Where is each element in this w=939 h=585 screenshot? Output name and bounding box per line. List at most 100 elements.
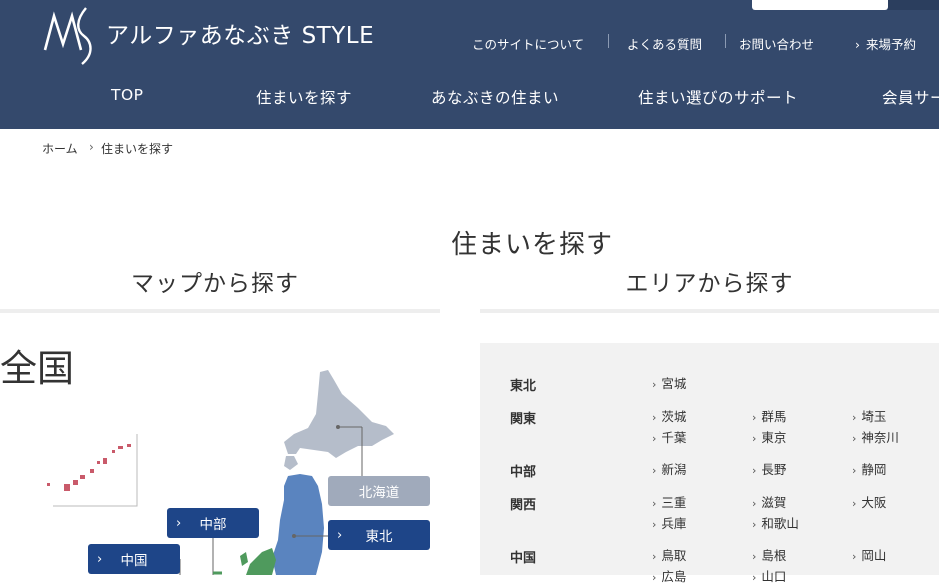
- hokkaido-map[interactable]: [284, 370, 394, 458]
- okinawa-map[interactable]: [47, 444, 131, 491]
- section-divider: [480, 309, 939, 313]
- chevron-right-icon: ›: [752, 464, 757, 477]
- pref-link[interactable]: › 和歌山: [752, 513, 799, 532]
- pref-label: 群馬: [761, 409, 787, 424]
- pref-label: 長野: [761, 462, 787, 477]
- breadcrumb-current: 住まいを探す: [101, 142, 174, 156]
- pref-link[interactable]: › 宮城: [652, 373, 686, 392]
- chevron-right-icon: ›: [652, 497, 657, 510]
- chubu-map[interactable]: [246, 548, 276, 575]
- util-link-visit[interactable]: › 来場予約: [855, 34, 916, 53]
- site-header: アルファあなぶき STYLE このサイトについて よくある質問 お問い合わせ ›…: [0, 0, 939, 129]
- util-divider: [608, 34, 609, 48]
- japan-map: 北海道 › 東北 › 中部 › 中国: [0, 330, 440, 575]
- pref-link[interactable]: › 東京: [752, 427, 786, 446]
- tohoku-map[interactable]: [272, 474, 324, 575]
- chevron-right-icon: ›: [652, 571, 657, 584]
- chevron-right-icon: ›: [852, 464, 857, 477]
- logo-text[interactable]: アルファあなぶき STYLE: [106, 16, 374, 50]
- chevron-right-icon: ›: [97, 551, 103, 567]
- visit-label: 来場予約: [866, 37, 917, 52]
- pref-link[interactable]: › 千葉: [652, 427, 686, 446]
- chevron-right-icon: ›: [852, 411, 857, 424]
- pref-link[interactable]: › 島根: [752, 545, 786, 564]
- util-link-faq[interactable]: よくある質問: [627, 34, 702, 53]
- nav-item-top[interactable]: TOP: [111, 86, 144, 104]
- chevron-right-icon: ›: [852, 432, 857, 445]
- breadcrumb-home[interactable]: ホーム: [42, 140, 78, 157]
- pref-label: 千葉: [661, 430, 687, 445]
- chevron-right-icon: ›: [652, 550, 657, 563]
- chevron-right-icon: ›: [652, 378, 657, 391]
- pref-link[interactable]: › 鳥取: [652, 545, 686, 564]
- region-button-hokkaido[interactable]: 北海道: [328, 476, 430, 506]
- pref-link[interactable]: › 広島: [652, 566, 686, 585]
- region-button-chugoku[interactable]: › 中国: [88, 544, 180, 574]
- chevron-right-icon: ›: [652, 518, 657, 531]
- region-button-tohoku[interactable]: › 東北: [328, 520, 430, 550]
- pref-label: 静岡: [861, 462, 887, 477]
- pref-link[interactable]: › 茨城: [652, 406, 686, 425]
- pref-label: 埼玉: [861, 409, 887, 424]
- util-link-about[interactable]: このサイトについて: [472, 34, 584, 53]
- page-title: 住まいを探す: [450, 230, 613, 260]
- pref-link[interactable]: › 新潟: [652, 459, 686, 478]
- pref-link[interactable]: › 滋賀: [752, 492, 786, 511]
- chevron-right-icon: ›: [752, 432, 757, 445]
- pref-label: 宮城: [661, 376, 687, 391]
- pref-label: 滋賀: [761, 495, 787, 510]
- area-list-panel: 東北 › 宮城 関東 › 茨城 › 群馬 › 埼玉 › 千葉 › 東京 › 神奈川 中部 › 新…: [480, 343, 939, 584]
- chevron-right-icon: ›: [855, 37, 860, 52]
- pref-link[interactable]: › 山口: [752, 566, 786, 585]
- pref-link[interactable]: › 大阪: [852, 492, 886, 511]
- pref-label: 茨城: [661, 409, 687, 424]
- logo-mark-icon[interactable]: [42, 4, 100, 66]
- area-name-chubu: 中部: [510, 465, 537, 480]
- chevron-right-icon: ›: [752, 518, 757, 531]
- chevron-right-icon: ›: [337, 527, 343, 543]
- chevron-right-icon: ›: [652, 411, 657, 424]
- chevron-right-icon: ›: [752, 550, 757, 563]
- nav-item-member[interactable]: 会員サー: [882, 86, 939, 108]
- chevron-right-icon: ›: [852, 497, 857, 510]
- pref-link[interactable]: › 埼玉: [852, 406, 886, 425]
- chevron-right-icon: ›: [652, 464, 657, 477]
- pref-label: 三重: [661, 495, 687, 510]
- pref-label: 兵庫: [661, 516, 687, 531]
- util-divider: [725, 34, 726, 48]
- pref-link[interactable]: › 神奈川: [852, 427, 899, 446]
- search-box[interactable]: [752, 0, 888, 10]
- pref-link[interactable]: › 兵庫: [652, 513, 686, 532]
- pref-link[interactable]: › 群馬: [752, 406, 786, 425]
- pref-label: 山口: [761, 569, 787, 584]
- pref-label: 神奈川: [861, 430, 899, 445]
- area-section-heading: エリアから探す: [625, 271, 794, 297]
- nav-item-search[interactable]: 住まいを探す: [256, 86, 352, 108]
- nav-item-support[interactable]: 住まい選びのサポート: [638, 86, 798, 108]
- area-name-kansai: 関西: [510, 498, 537, 513]
- region-button-chubu[interactable]: › 中部: [167, 508, 259, 538]
- section-divider: [0, 309, 440, 313]
- pref-label: 大阪: [861, 495, 887, 510]
- menu-box[interactable]: [888, 0, 939, 10]
- chevron-right-icon: ›: [752, 411, 757, 424]
- pref-link[interactable]: › 三重: [652, 492, 686, 511]
- area-name-chugoku: 中国: [510, 551, 537, 566]
- util-link-contact[interactable]: お問い合わせ: [739, 34, 814, 53]
- chevron-right-icon: ›: [752, 497, 757, 510]
- region-label: 北海道: [358, 485, 400, 501]
- pref-link[interactable]: › 岡山: [852, 545, 886, 564]
- pref-label: 和歌山: [761, 516, 799, 531]
- pref-label: 岡山: [861, 548, 887, 563]
- chevron-right-icon: ›: [89, 140, 94, 154]
- area-name-tohoku: 東北: [510, 379, 537, 394]
- nav-item-anabuki-homes[interactable]: あなぶきの住まい: [431, 86, 559, 108]
- chevron-right-icon: ›: [752, 571, 757, 584]
- chevron-right-icon: ›: [176, 515, 182, 531]
- pref-label: 島根: [761, 548, 787, 563]
- chevron-right-icon: ›: [852, 550, 857, 563]
- pref-link[interactable]: › 静岡: [852, 459, 886, 478]
- pref-label: 広島: [661, 569, 687, 584]
- pref-link[interactable]: › 長野: [752, 459, 786, 478]
- map-section-heading: マップから探す: [131, 271, 299, 297]
